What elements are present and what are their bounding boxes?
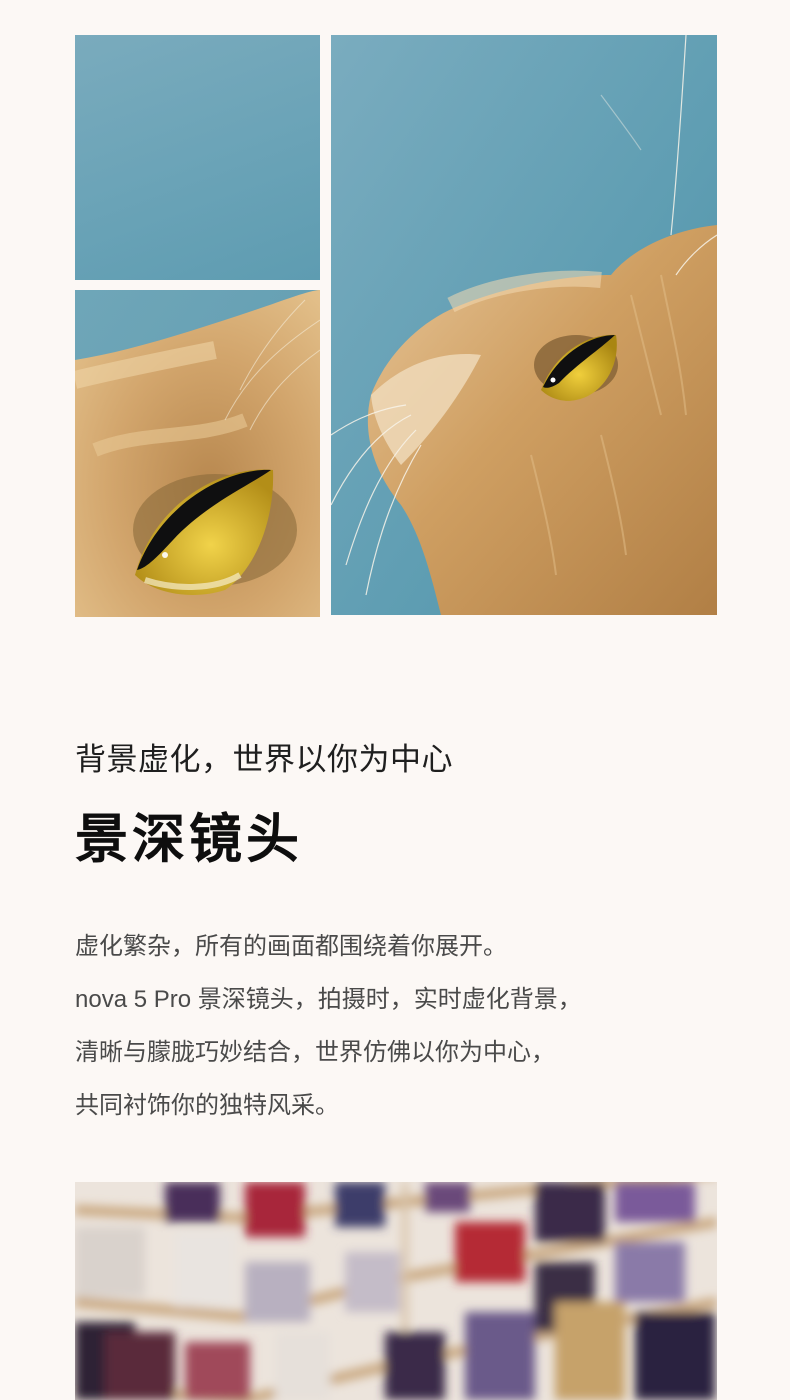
feature-subtitle: 背景虚化，世界以你为中心: [75, 742, 453, 777]
collage-image-cat-eye: [75, 290, 320, 617]
feature-description: 虚化繁杂，所有的画面都围绕着你展开。 nova 5 Pro 景深镜头，拍摄时，实…: [75, 926, 715, 1138]
collage-image-cat-looking-up: [331, 35, 717, 615]
description-line: 清晰与朦胧巧妙结合，世界仿佛以你为中心，: [75, 1039, 555, 1066]
blurred-record-wall-image: [75, 1182, 717, 1400]
description-line: nova 5 Pro 景深镜头，拍摄时，实时虚化背景，: [75, 986, 582, 1013]
description-line: 共同衬饰你的独特风采。: [75, 1092, 339, 1119]
photo-collage: [75, 35, 717, 617]
feature-title: 景深镜头: [75, 810, 303, 869]
description-line: 虚化繁杂，所有的画面都围绕着你展开。: [75, 933, 507, 960]
collage-image-blue-background: [75, 35, 320, 280]
